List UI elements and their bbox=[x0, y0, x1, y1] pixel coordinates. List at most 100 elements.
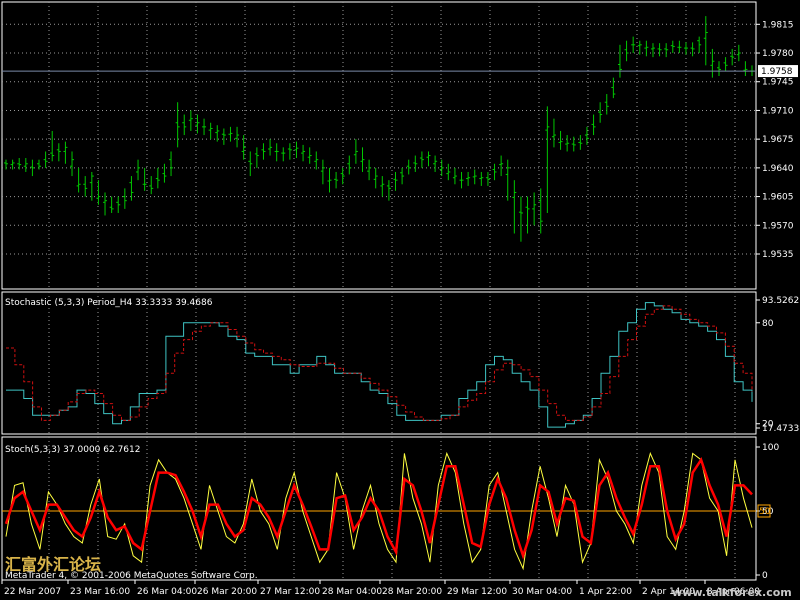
price-bar bbox=[63, 141, 68, 164]
price-bar bbox=[611, 77, 616, 99]
price-bar bbox=[4, 159, 8, 170]
price-bar bbox=[624, 40, 629, 62]
price-bar bbox=[393, 171, 398, 191]
time-tick-label: 29 Mar 12:00 bbox=[447, 587, 507, 597]
osc-tick-label: 100 bbox=[762, 443, 779, 453]
price-bar bbox=[294, 141, 299, 159]
price-bar bbox=[353, 139, 358, 164]
price-bar bbox=[697, 36, 702, 54]
price-panel[interactable] bbox=[2, 16, 756, 242]
price-bar bbox=[188, 110, 193, 131]
price-bar bbox=[703, 16, 708, 66]
stochastic-h4-axis: 93.5262802017.4733 bbox=[756, 296, 799, 434]
price-bar bbox=[360, 147, 365, 172]
watermark-chinese: 汇富外汇论坛 bbox=[5, 555, 101, 574]
price-bar bbox=[373, 167, 378, 189]
price-bar bbox=[499, 155, 504, 177]
trading-chart[interactable]: 1.9815 1.9780 1.9745 1.9710 1.9675 1.9640 1.96… bbox=[0, 0, 800, 600]
price-bar bbox=[221, 128, 226, 145]
price-bar bbox=[334, 171, 339, 189]
price-bar bbox=[439, 159, 444, 177]
price-bar bbox=[466, 171, 471, 186]
osc-series-signal bbox=[6, 305, 753, 421]
price-bar bbox=[631, 36, 636, 54]
price-bar bbox=[380, 176, 385, 197]
time-tick-label: 26 Mar 04:00 bbox=[137, 587, 197, 597]
price-bar bbox=[208, 122, 213, 140]
time-tick-label: 1 Apr 22:00 bbox=[579, 587, 632, 597]
stochastic-h4-panel[interactable] bbox=[6, 302, 753, 428]
price-tick-label: 1.9570 bbox=[762, 221, 794, 231]
level-label: 50 bbox=[759, 507, 771, 517]
price-bar bbox=[314, 151, 319, 170]
price-bar bbox=[155, 167, 160, 189]
price-bar bbox=[551, 118, 556, 148]
price-bar bbox=[677, 40, 682, 54]
price-bar bbox=[565, 135, 570, 152]
price-bar bbox=[30, 159, 35, 177]
price-bar bbox=[532, 192, 537, 226]
price-bar bbox=[23, 158, 28, 172]
stochastic-axis: 10050050 bbox=[756, 443, 779, 581]
price-bar bbox=[670, 40, 675, 54]
price-bar bbox=[320, 159, 325, 185]
price-tick-label: 1.9675 bbox=[762, 135, 794, 145]
time-tick-label: 28 Mar 04:00 bbox=[322, 587, 382, 597]
price-bar bbox=[578, 135, 583, 150]
stochastic-h4-title: Stochastic (5,3,3) Period_H4 33.3333 39.… bbox=[5, 298, 213, 308]
osc-tick-label: 17.4733 bbox=[762, 424, 799, 434]
price-bar bbox=[644, 40, 649, 57]
price-bar bbox=[287, 143, 292, 160]
price-bar bbox=[175, 102, 180, 148]
price-tick-label: 1.9535 bbox=[762, 250, 794, 260]
osc-series-main bbox=[6, 302, 753, 428]
chart-grid bbox=[2, 2, 756, 580]
price-bar bbox=[617, 44, 622, 78]
osc-tick-label: 93.5262 bbox=[762, 296, 799, 306]
price-bar bbox=[182, 114, 187, 136]
price-bar bbox=[274, 143, 279, 162]
time-tick-label: 28 Mar 20:00 bbox=[382, 587, 442, 597]
price-bar bbox=[433, 155, 438, 172]
price-tick-label: 1.9745 bbox=[762, 78, 794, 88]
price-bar bbox=[169, 151, 174, 177]
osc-series-signal bbox=[4, 456, 753, 560]
price-bar bbox=[650, 43, 655, 58]
price-bar bbox=[723, 57, 728, 72]
price-bar bbox=[235, 126, 240, 148]
time-tick-label: 22 Mar 2007 bbox=[4, 587, 61, 597]
price-tick-label: 1.9710 bbox=[762, 106, 794, 116]
stochastic-panel[interactable] bbox=[2, 451, 756, 571]
price-bar bbox=[571, 136, 576, 152]
price-bar bbox=[730, 48, 735, 66]
osc-tick-label: 0 bbox=[762, 571, 768, 581]
price-bar bbox=[116, 196, 121, 213]
price-bar bbox=[37, 159, 42, 170]
price-bar bbox=[386, 180, 391, 201]
price-bar bbox=[56, 143, 61, 162]
price-bar bbox=[327, 167, 332, 193]
price-bar bbox=[70, 151, 75, 177]
price-bar bbox=[136, 159, 141, 181]
price-tick-label: 1.9815 bbox=[762, 20, 794, 30]
price-bar bbox=[367, 159, 372, 181]
price-bar bbox=[716, 61, 721, 76]
price-bar bbox=[690, 42, 695, 57]
price-bar bbox=[598, 102, 603, 123]
price-bar bbox=[149, 176, 154, 195]
price-bar bbox=[281, 147, 286, 162]
price-bar bbox=[17, 158, 22, 170]
price-bar bbox=[505, 159, 510, 201]
price-bar bbox=[452, 167, 457, 185]
price-bar bbox=[103, 192, 108, 216]
watermark-url: www.talkforex.com bbox=[672, 586, 792, 599]
price-bar bbox=[261, 143, 266, 160]
price-bar bbox=[736, 44, 741, 62]
price-bar bbox=[122, 188, 127, 209]
panel-frame-0 bbox=[1, 1, 757, 290]
price-bar bbox=[604, 94, 609, 115]
price-bar bbox=[426, 151, 431, 167]
price-bar bbox=[419, 151, 424, 168]
price-bar bbox=[485, 171, 490, 186]
price-bar bbox=[254, 147, 259, 168]
